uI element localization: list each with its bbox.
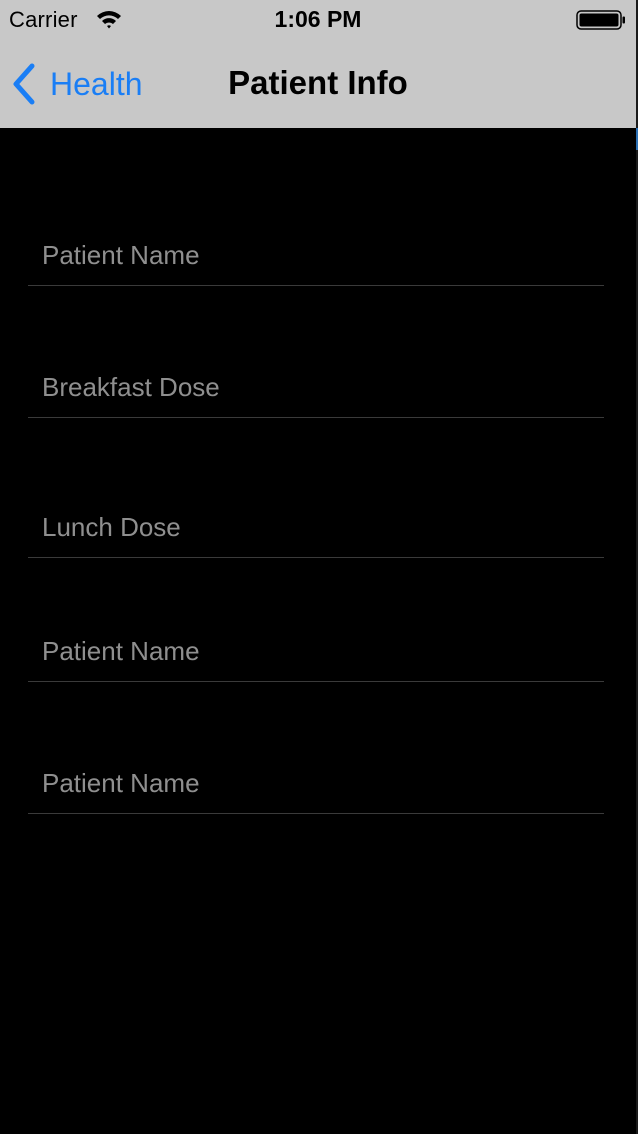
patient-name-input-3[interactable]: [42, 765, 590, 801]
lunch-dose-field: [28, 497, 604, 558]
status-time: 1:06 PM: [274, 6, 362, 32]
patient-name-field-2: [28, 621, 604, 682]
breakfast-dose-input[interactable]: [42, 369, 590, 405]
battery-icon: [576, 10, 625, 30]
screen: Carrier 1:06 PM Health Patient Info: [0, 0, 638, 1134]
lunch-dose-input[interactable]: [42, 509, 590, 545]
patient-name-input-2[interactable]: [42, 633, 590, 669]
patient-name-field: [28, 225, 604, 286]
page-title: Patient Info: [228, 64, 408, 101]
status-bar: Carrier 1:06 PM: [0, 0, 636, 40]
breakfast-dose-field: [28, 357, 604, 418]
patient-name-field-3: [28, 753, 604, 814]
patient-name-input[interactable]: [42, 237, 590, 273]
navigation-bar: Health Patient Info: [0, 40, 636, 128]
